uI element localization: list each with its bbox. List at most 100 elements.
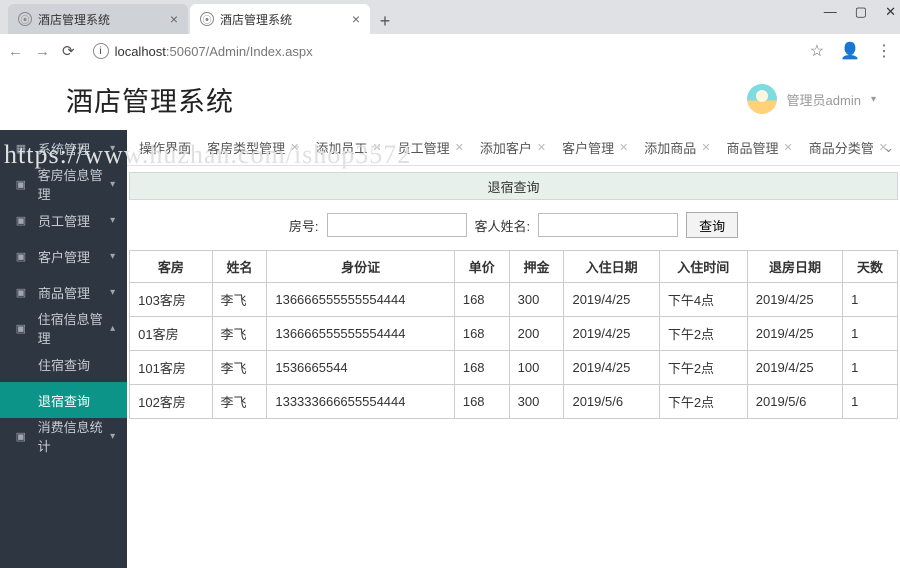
chevron-down-icon: ▾ xyxy=(110,143,115,154)
sidebar-item-客房信息管理[interactable]: ▣客房信息管理▾ xyxy=(0,166,127,202)
table-cell: 李飞 xyxy=(212,385,267,419)
site-info-icon[interactable]: i xyxy=(93,43,109,59)
maximize-icon[interactable]: ▢ xyxy=(855,4,867,20)
table-cell: 168 xyxy=(454,351,509,385)
sidebar-item-label: 商品管理 xyxy=(38,283,90,302)
chevron-down-icon: ▾ xyxy=(871,94,876,105)
sidebar-item-商品管理[interactable]: ▣ 商品管理 ▾ xyxy=(0,274,127,310)
chevron-down-icon: ▾ xyxy=(110,287,115,298)
close-icon[interactable]: ✕ xyxy=(619,141,628,154)
table-cell: 2019/4/25 xyxy=(747,317,842,351)
table-cell: 2019/5/6 xyxy=(747,385,842,419)
close-icon[interactable]: ✕ xyxy=(455,141,464,154)
content-tab-2[interactable]: 添加员工 ✕ xyxy=(307,130,389,166)
table-cell: 101客房 xyxy=(130,351,212,385)
table-cell: 136666555555554444 xyxy=(267,283,454,317)
close-icon[interactable]: ✕ xyxy=(701,141,710,154)
table-cell: 2019/4/25 xyxy=(747,351,842,385)
star-icon[interactable]: ☆ xyxy=(810,41,824,61)
close-icon[interactable]: ✕ xyxy=(372,141,381,154)
tab-title: 酒店管理系统 xyxy=(38,11,110,28)
menu-icon: ▣ xyxy=(14,286,28,299)
table-cell: 2019/4/25 xyxy=(747,283,842,317)
content-tab-3[interactable]: 员工管理 ✕ xyxy=(390,130,472,166)
room-label: 房号: xyxy=(289,216,319,235)
table-row: 01客房李飞1366665555555544441682002019/4/25下… xyxy=(130,317,898,351)
content-tab-6[interactable]: 添加商品 ✕ xyxy=(636,130,718,166)
close-icon[interactable]: ✕ xyxy=(537,141,546,154)
guest-name-input[interactable] xyxy=(538,213,678,237)
sidebar-item-label: 住宿信息管理 xyxy=(38,309,114,347)
table-cell: 168 xyxy=(454,283,509,317)
content-tab-0[interactable]: 操作界面 xyxy=(131,130,199,166)
tabs-overflow-icon[interactable]: ⌄ xyxy=(883,140,894,156)
close-icon[interactable]: ✕ xyxy=(784,141,793,154)
menu-icon: ▣ xyxy=(14,214,28,227)
table-cell: 300 xyxy=(509,283,564,317)
sidebar-item-员工管理[interactable]: ▣ 员工管理 ▾ xyxy=(0,202,127,238)
chevron-down-icon: ▾ xyxy=(110,215,115,226)
table-row: 103客房李飞1366665555555544441683002019/4/25… xyxy=(130,283,898,317)
panel-title: 退宿查询 xyxy=(129,172,898,200)
sidebar-item-住宿查询[interactable]: 住宿查询 xyxy=(0,346,127,382)
tab-label: 商品管理 xyxy=(727,138,779,157)
menu-icon[interactable]: ⋮ xyxy=(876,41,892,61)
content-tab-7[interactable]: 商品管理 ✕ xyxy=(719,130,801,166)
table-cell: 2019/4/25 xyxy=(564,351,659,385)
table-cell: 133333666655554444 xyxy=(267,385,454,419)
tab-label: 操作界面 xyxy=(139,138,191,157)
user-menu[interactable]: 管理员admin ▾ xyxy=(747,84,876,114)
sidebar-item-系统管理[interactable]: ▦系统管理▾ xyxy=(0,130,127,166)
minimize-icon[interactable]: — xyxy=(824,4,837,20)
profile-icon[interactable]: 👤 xyxy=(840,41,860,61)
search-button[interactable]: 查询 xyxy=(686,212,738,238)
table-cell: 300 xyxy=(509,385,564,419)
sidebar-item-label: 系统管理 xyxy=(38,139,90,158)
close-icon[interactable]: ✕ xyxy=(290,141,299,154)
sidebar-item-label: 客户管理 xyxy=(38,247,90,266)
sidebar-item-label: 员工管理 xyxy=(38,211,90,230)
menu-icon: ▣ xyxy=(14,178,28,191)
chevron-up-icon: ▴ xyxy=(110,323,115,334)
column-header: 退房日期 xyxy=(747,251,842,283)
close-icon[interactable]: × xyxy=(170,11,178,27)
content-tabs: 操作界面客房类型管理✕添加员工✕员工管理✕添加客户✕客户管理✕添加商品✕商品管理… xyxy=(127,130,900,166)
content-tab-1[interactable]: 客房类型管理 ✕ xyxy=(199,130,307,166)
sidebar-item-label: 消费信息统计 xyxy=(38,417,114,455)
column-header: 单价 xyxy=(454,251,509,283)
tab-label: 添加员工 xyxy=(315,138,367,157)
table-cell: 200 xyxy=(509,317,564,351)
browser-tab-1[interactable]: ⦿ 酒店管理系统 × xyxy=(8,4,188,34)
reload-icon[interactable]: ⟳ xyxy=(62,42,75,60)
sidebar-item-消费信息统计[interactable]: ▣消费信息统计▾ xyxy=(0,418,127,454)
main-content: 操作界面客房类型管理✕添加员工✕员工管理✕添加客户✕客户管理✕添加商品✕商品管理… xyxy=(127,130,900,568)
app-header: 酒店管理系统 管理员admin ▾ xyxy=(0,68,900,130)
window-controls: — ▢ ✕ xyxy=(824,4,896,20)
sidebar-item-客户管理[interactable]: ▣客户管理▾ xyxy=(0,238,127,274)
tab-label: 添加商品 xyxy=(644,138,696,157)
forward-icon[interactable]: → xyxy=(35,43,50,60)
back-icon[interactable]: ← xyxy=(8,43,23,60)
table-cell: 103客房 xyxy=(130,283,212,317)
close-window-icon[interactable]: ✕ xyxy=(885,4,896,20)
table-cell: 136666555555554444 xyxy=(267,317,454,351)
address-bar-row: ← → ⟳ i localhost:50607/Admin/Index.aspx… xyxy=(0,34,900,68)
content-tab-8[interactable]: 商品分类管✕ xyxy=(801,130,896,166)
new-tab-button[interactable]: + xyxy=(372,8,398,34)
sidebar-item-住宿信息管理[interactable]: ▣住宿信息管理▴ xyxy=(0,310,127,346)
content-tab-5[interactable]: 客户管理✕ xyxy=(554,130,636,166)
content-tab-4[interactable]: 添加客户✕ xyxy=(472,130,554,166)
close-icon[interactable]: × xyxy=(352,11,360,27)
room-input[interactable] xyxy=(327,213,467,237)
tab-label: 客房类型管理 xyxy=(207,138,285,157)
address-bar[interactable]: i localhost:50607/Admin/Index.aspx xyxy=(87,38,798,64)
workspace: ▦系统管理▾▣客房信息管理▾▣员工管理▾▣客户管理▾▣商品管理▾▣住宿信息管理▴… xyxy=(0,130,900,568)
tab-label: 员工管理 xyxy=(398,138,450,157)
table-cell: 1 xyxy=(843,317,898,351)
table-cell: 下午2点 xyxy=(659,351,747,385)
toolbar-right: ☆ 👤 ⋮ xyxy=(810,41,892,61)
sidebar-item-退宿查询[interactable]: 退宿查询 xyxy=(0,382,127,418)
browser-tab-2[interactable]: ⦿ 酒店管理系统 × xyxy=(190,4,370,34)
avatar xyxy=(747,84,777,114)
table-cell: 2019/4/25 xyxy=(564,317,659,351)
